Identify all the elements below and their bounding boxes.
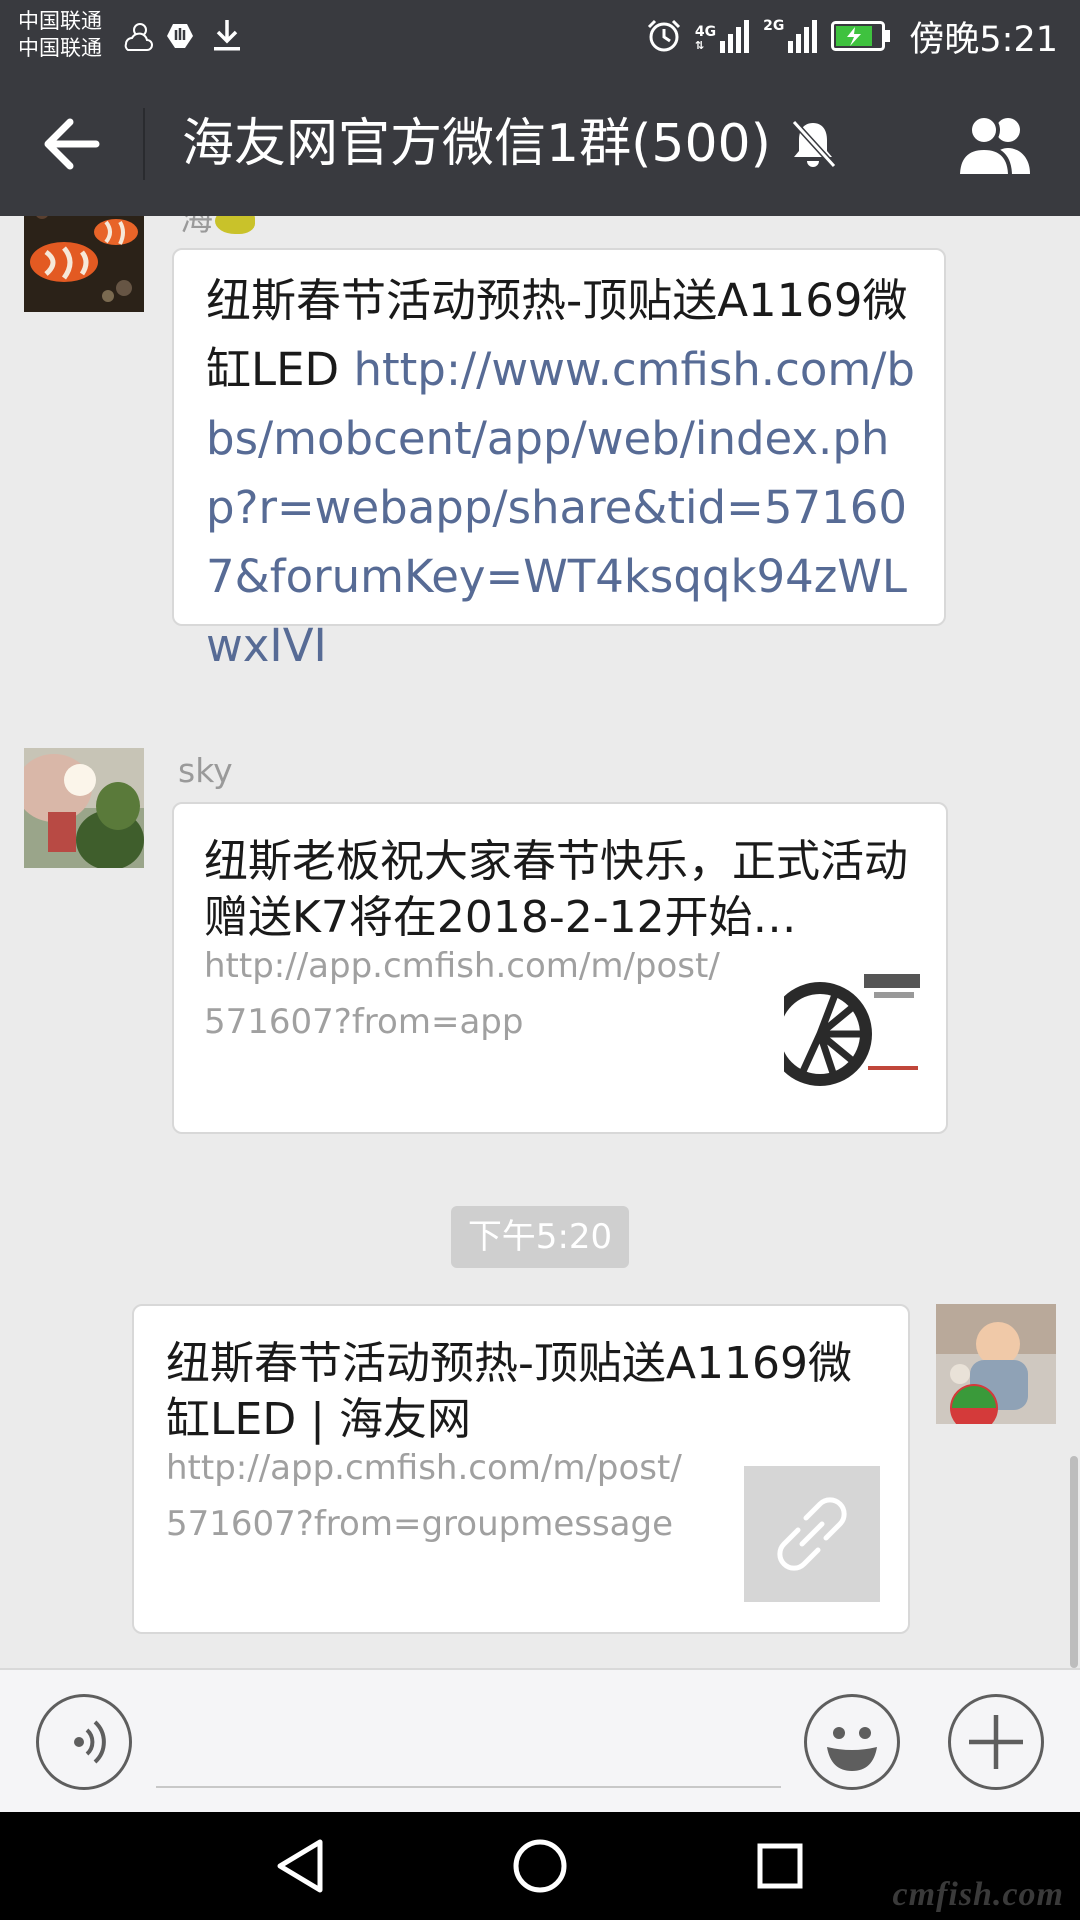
message-bubble-text-link[interactable]: 纽斯春节活动预热-顶贴送A1169微缸LED http://www.cmfish… <box>172 248 946 672</box>
carrier-1: 中国联通 <box>18 9 102 33</box>
triangle-back-icon[interactable] <box>264 1830 336 1902</box>
title-bar: 海友网官方微信1群(500) <box>0 72 1080 216</box>
download-icon <box>214 20 240 51</box>
input-bar <box>0 1668 1080 1812</box>
members-button[interactable] <box>952 108 1036 180</box>
message-text: 纽斯春节活动预热-顶贴送A1169微缸LED http://www.cmfish… <box>206 266 922 680</box>
plus-button[interactable] <box>948 1694 1044 1790</box>
avatar-me[interactable] <box>936 1304 1056 1424</box>
hand-notification-icon <box>167 24 193 48</box>
avatar-sky[interactable] <box>24 748 144 868</box>
alarm-clock-icon <box>647 19 680 52</box>
status-bar: 中国联通 中国联通 4G ⇅ 2G 傍晚5:21 <box>0 0 1080 72</box>
fish-avatar-image <box>24 216 144 312</box>
chat-area[interactable]: 海 纽斯春节活动预热-顶贴送A1169微缸LED http://www.cmfi… <box>0 216 1080 1668</box>
arrow-left-icon <box>44 118 100 170</box>
bell-off-icon <box>791 119 837 169</box>
signal-bars-icon <box>788 20 818 53</box>
card-title: 纽斯春节活动预热-顶贴送A1169微缸LED | 海友网 <box>166 1338 852 1445</box>
people-icon <box>955 114 1030 178</box>
clock: 傍晚5:21 <box>909 19 1058 60</box>
signal-1: 4G ⇅ <box>695 19 751 53</box>
signal-2: 2G <box>763 19 819 53</box>
title-divider <box>143 108 145 180</box>
network-type-1: 4G <box>694 24 717 40</box>
voice-icon <box>74 1720 106 1764</box>
back-button[interactable] <box>30 108 114 180</box>
sender-name: sky <box>178 751 233 790</box>
signal-bars-icon <box>720 20 750 53</box>
chat-title: 海友网官方微信1群(500) <box>182 114 771 174</box>
network-type-2: 2G <box>763 18 785 34</box>
sender-name-text: 海 <box>180 216 213 238</box>
square-recent-icon[interactable] <box>744 1830 816 1902</box>
emoji-icon <box>827 1727 877 1771</box>
watermark: cmfish.com <box>892 1876 1064 1913</box>
timestamp: 下午5:20 <box>451 1206 629 1268</box>
carrier-2: 中国联通 <box>18 36 102 60</box>
system-nav-bar: cmfish.com <box>0 1812 1080 1920</box>
landscape-avatar-image <box>24 748 144 868</box>
data-arrows-icon: ⇅ <box>694 39 705 52</box>
avatar-fish[interactable] <box>24 216 144 312</box>
card-url: http://app.cmfish.com/m/post/571607?from… <box>166 1448 682 1544</box>
status-right: 4G ⇅ 2G 傍晚5:21 <box>645 14 1058 60</box>
card-url: http://app.cmfish.com/m/post/571607?from… <box>204 946 720 1042</box>
my-message-card-link[interactable]: 纽斯春节活动预热-顶贴送A1169微缸LED | 海友网 http://app.… <box>132 1304 910 1634</box>
battery-charging-icon <box>831 21 891 51</box>
card-title: 纽斯老板祝大家春节快乐，正式活动赠送K7将在2018-2-12开始… <box>204 836 908 943</box>
message-card-link[interactable]: 纽斯老板祝大家春节快乐，正式活动赠送K7将在2018-2-12开始… http:… <box>172 802 948 1134</box>
carrier-list: 中国联通 中国联通 <box>18 8 102 62</box>
message-input[interactable] <box>156 1700 781 1788</box>
weather-cloud-icon <box>124 23 153 51</box>
link-icon <box>777 1497 847 1571</box>
chat-scrollbar[interactable] <box>1070 1456 1078 1668</box>
card-thumbnail <box>744 1466 880 1602</box>
sender-name: 海 <box>180 216 255 240</box>
circle-home-icon[interactable] <box>504 1830 576 1902</box>
emoji-button[interactable] <box>804 1694 900 1790</box>
voice-button[interactable] <box>36 1694 132 1790</box>
fish-emoji-icon <box>215 216 255 234</box>
card-thumbnail-image <box>784 966 920 1090</box>
baby-avatar-image <box>936 1304 1056 1424</box>
plus-icon <box>969 1715 1023 1769</box>
